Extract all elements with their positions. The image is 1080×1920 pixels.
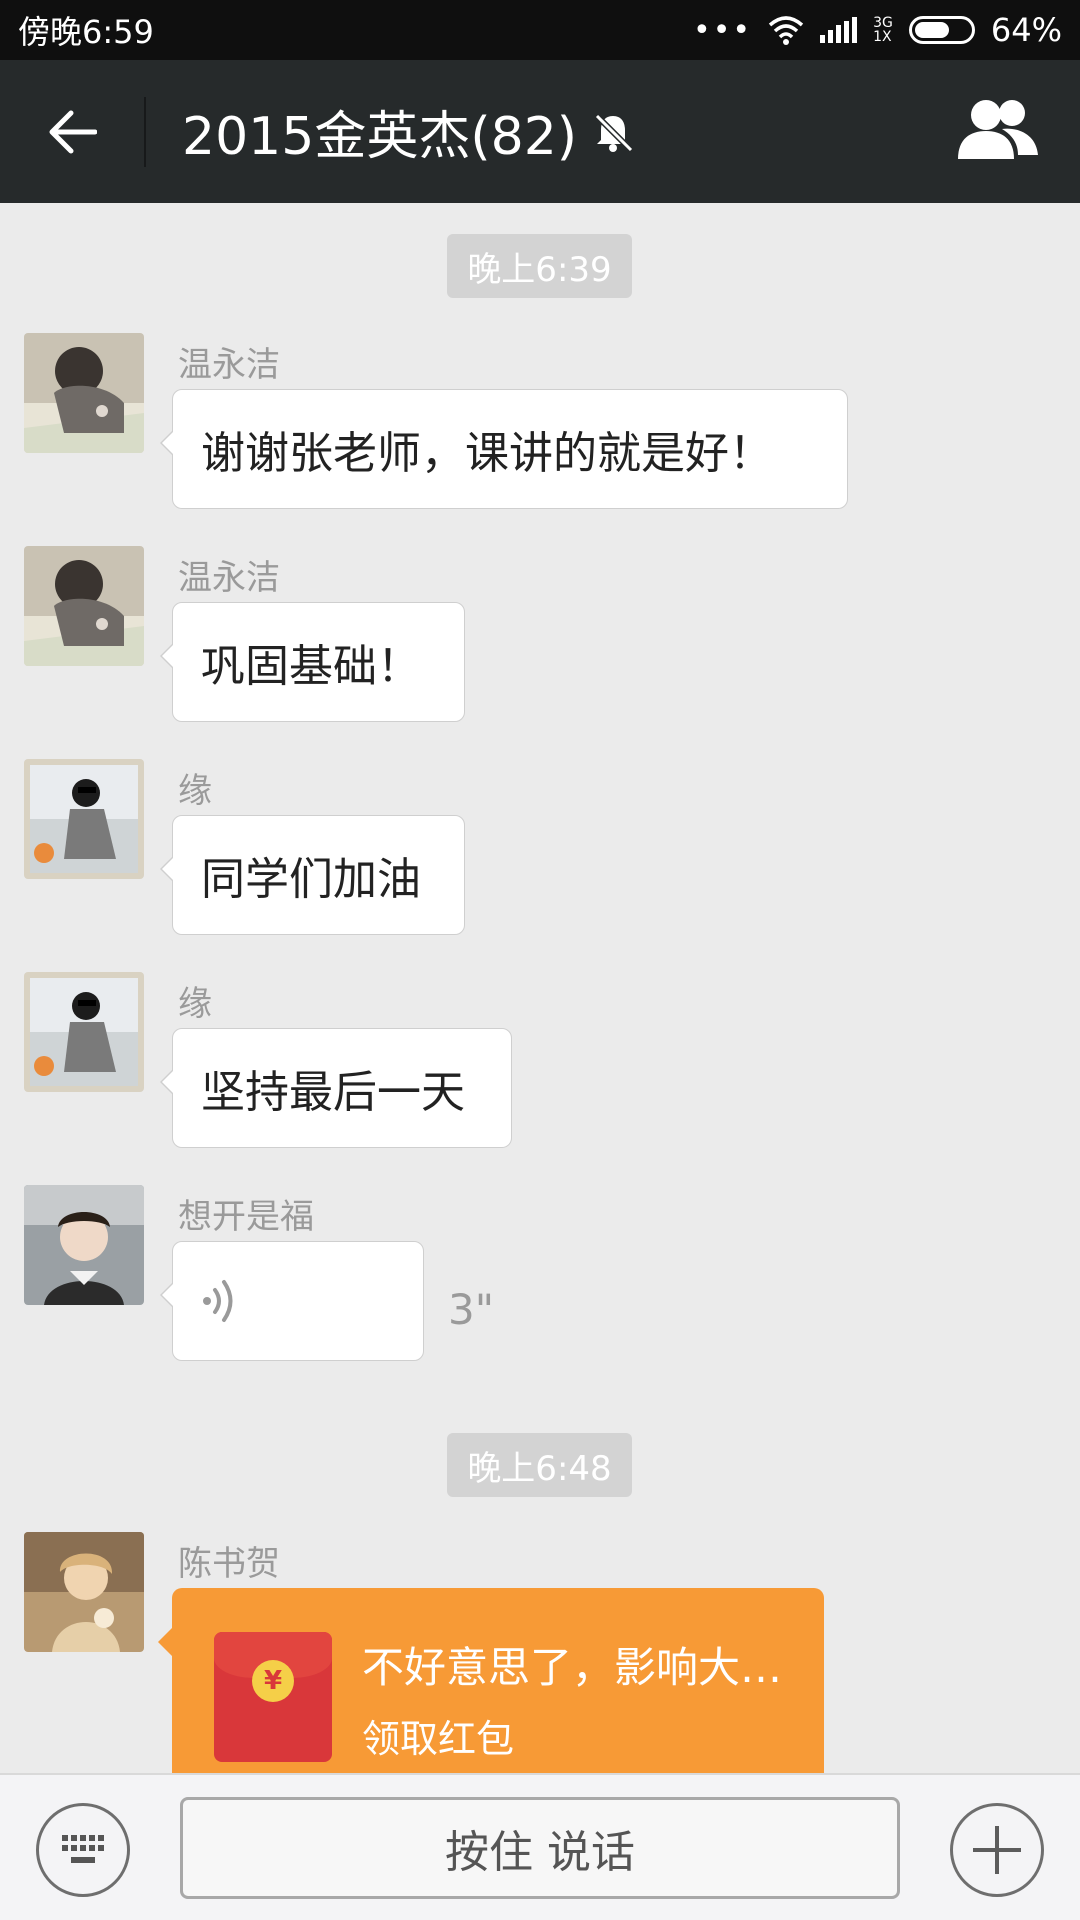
sender-name: 温永洁 — [178, 345, 280, 385]
avatar[interactable] — [24, 1185, 144, 1305]
red-packet-action: 领取红包 — [362, 1717, 515, 1761]
battery-icon — [908, 16, 975, 44]
chat-title: 2015金英杰(82) — [182, 107, 578, 167]
status-icons: ••• 3G 1X 64% — [693, 11, 1062, 49]
avatar[interactable] — [24, 1532, 144, 1652]
wifi-icon — [768, 16, 804, 45]
sender-name: 陈书贺 — [178, 1544, 280, 1584]
avatar[interactable] — [24, 333, 144, 453]
sender-name: 温永洁 — [178, 558, 280, 598]
arrow-left-icon — [49, 110, 97, 153]
input-bar: 按住 说话 — [0, 1773, 1080, 1920]
plus-icon — [973, 1826, 1021, 1874]
battery-percent: 64% — [990, 11, 1062, 49]
timestamp: 晚上6:39 — [447, 234, 632, 298]
header-divider — [144, 96, 146, 167]
avatar[interactable] — [24, 546, 144, 666]
keyboard-icon — [62, 1835, 104, 1863]
voice-message-bubble[interactable] — [160, 1241, 424, 1361]
yuan-coin-icon: ¥ — [252, 1660, 294, 1702]
chat-messages[interactable]: 晚上6:39 温永洁 谢谢张老师，课讲的就是好！ 温永洁 巩固基础！ 缘 同学们… — [0, 203, 1080, 1773]
more-actions-button[interactable] — [950, 1803, 1044, 1897]
red-envelope-icon: ¥ — [214, 1632, 332, 1762]
voice-wave-icon — [203, 1280, 233, 1322]
chat-header: 2015金英杰(82) — [0, 60, 1080, 203]
sender-name: 缘 — [178, 771, 212, 811]
hold-to-talk-button[interactable]: 按住 说话 — [180, 1797, 900, 1899]
sender-name: 想开是福 — [178, 1197, 314, 1237]
bell-off-icon — [594, 113, 634, 152]
network-type: 3G 1X — [873, 15, 893, 45]
sender-name: 缘 — [178, 984, 212, 1024]
signal-icon — [820, 17, 858, 43]
back-button[interactable] — [0, 60, 144, 203]
avatar[interactable] — [24, 759, 144, 879]
status-bar: 傍晚6:59 ••• 3G 1X 64% — [0, 0, 1080, 60]
message-bubble[interactable]: 巩固基础！ — [160, 602, 465, 722]
avatar[interactable] — [24, 972, 144, 1092]
group-members-icon[interactable] — [956, 95, 1040, 165]
more-dots-icon: ••• — [693, 12, 753, 48]
message-bubble[interactable]: 坚持最后一天 — [160, 1028, 512, 1148]
timestamp: 晚上6:48 — [447, 1433, 632, 1497]
message-bubble[interactable]: 谢谢张老师，课讲的就是好！ — [160, 389, 848, 509]
keyboard-toggle-button[interactable] — [36, 1803, 130, 1897]
voice-duration: 3" — [448, 1285, 495, 1334]
message-bubble[interactable]: 同学们加油 — [160, 815, 465, 935]
red-packet-message[interactable]: ¥ 不好意思了，影响大… 领取红包 — [158, 1588, 824, 1773]
red-packet-title: 不好意思了，影响大… — [362, 1643, 783, 1692]
status-time: 傍晚6:59 — [18, 13, 154, 51]
